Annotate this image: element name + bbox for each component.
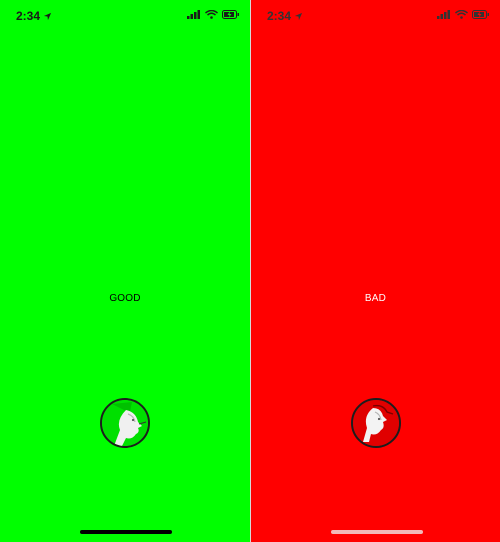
face-avatar[interactable] — [351, 398, 401, 448]
status-icons — [187, 10, 240, 19]
signal-icon — [187, 10, 200, 19]
location-arrow-icon — [43, 12, 52, 20]
battery-charging-icon — [222, 10, 239, 19]
status-bar: 2:34 — [0, 0, 250, 34]
status-icons — [437, 10, 490, 19]
wifi-icon — [455, 10, 468, 19]
bad-screen: 2:34 BAD — [251, 0, 500, 542]
wifi-icon — [205, 10, 218, 19]
status-label: BAD — [364, 293, 387, 304]
face-profile-icon — [102, 400, 148, 446]
good-screen: 2:34 GOOD — [0, 0, 250, 542]
time-text: 2:34 — [16, 9, 41, 23]
face-avatar[interactable] — [100, 398, 150, 448]
status-label: GOOD — [109, 293, 141, 304]
face-profile-icon — [353, 400, 399, 446]
battery-charging-icon — [472, 10, 489, 19]
status-time: 2:34 — [16, 9, 52, 23]
home-indicator[interactable] — [80, 530, 172, 534]
status-time: 2:34 — [267, 9, 303, 23]
signal-icon — [437, 10, 450, 19]
location-arrow-icon — [294, 12, 303, 20]
status-bar: 2:34 — [251, 0, 500, 34]
home-indicator[interactable] — [331, 530, 423, 534]
time-text: 2:34 — [267, 9, 292, 23]
